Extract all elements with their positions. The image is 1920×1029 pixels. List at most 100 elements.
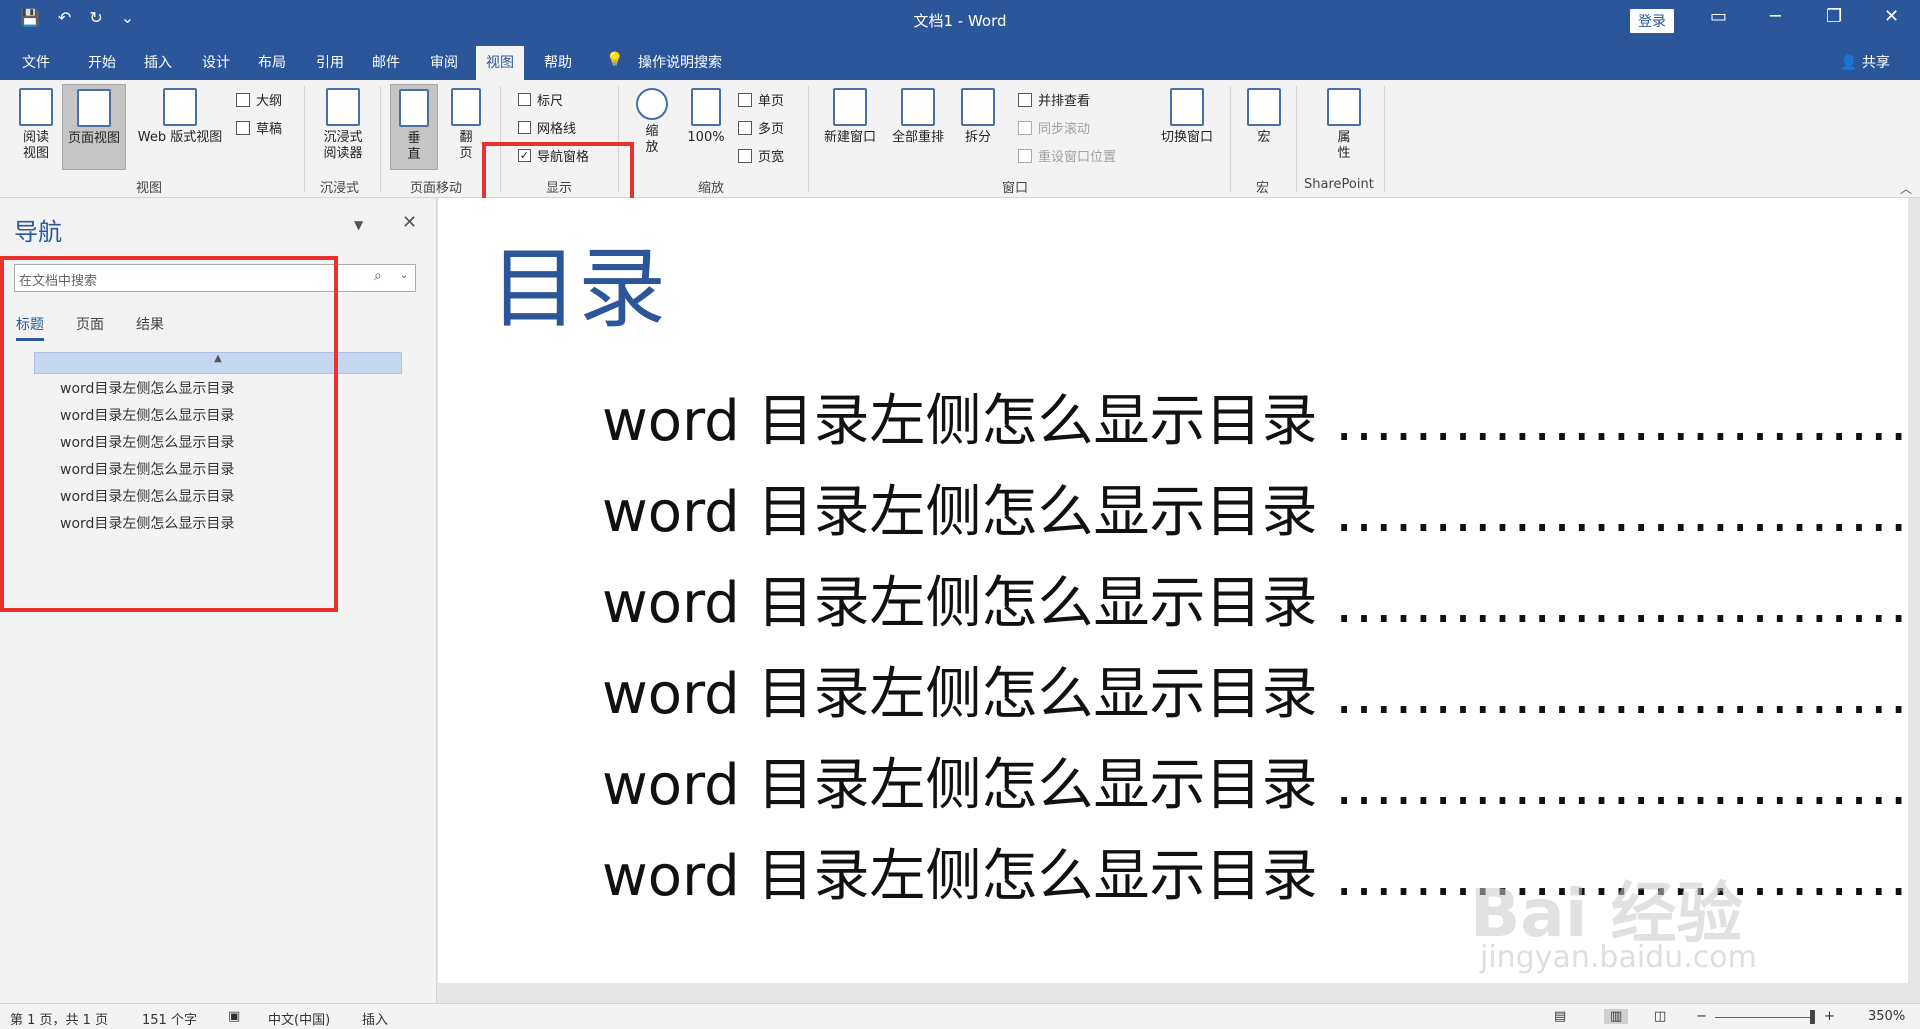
zoom-slider[interactable] — [1715, 1017, 1815, 1018]
tab-view[interactable]: 视图 — [476, 46, 524, 82]
page-width-button[interactable]: 页宽 — [738, 146, 784, 165]
zoom-button[interactable]: 缩 放 — [630, 88, 674, 156]
toc-title: 目录 — [490, 237, 667, 340]
separator — [380, 86, 381, 192]
side-to-side-icon — [451, 88, 481, 126]
view-side-by-side-button[interactable]: 并排查看 — [1018, 90, 1090, 109]
page-count[interactable]: 第 1 页，共 1 页 — [10, 1009, 108, 1028]
search-icon[interactable]: ⌕ — [374, 268, 382, 284]
toc-entry[interactable]: word 目录左侧怎么显示目录 ........................… — [602, 376, 1908, 457]
ruler-label: 标尺 — [537, 94, 564, 109]
draft-icon — [236, 120, 250, 135]
side-to-side-label: 翻 页 — [459, 130, 473, 161]
print-layout-icon — [77, 89, 111, 127]
properties-button[interactable]: 属 性 — [1322, 88, 1366, 162]
new-window-label: 新建窗口 — [823, 130, 876, 145]
print-layout-view-icon[interactable]: ▥ — [1604, 1009, 1629, 1024]
tab-help[interactable]: 帮助 — [544, 52, 572, 72]
close-icon[interactable]: ✕ — [1884, 6, 1899, 27]
multiple-pages-button[interactable]: 多页 — [738, 118, 784, 137]
lightbulb-icon[interactable]: 💡 — [606, 52, 623, 68]
macros-button[interactable]: 宏 — [1244, 88, 1284, 146]
title-bar: 💾 ↶ ↻ ⌄ 文档1 - Word 登录 ▭ ─ ❐ ✕ — [0, 0, 1920, 40]
nav-pane-title: 导航 — [14, 218, 62, 246]
zoom-100-button[interactable]: 100% — [682, 88, 730, 146]
tab-insert[interactable]: 插入 — [144, 52, 172, 72]
ribbon-tabs: 文件 开始 插入 设计 布局 引用 邮件 审阅 视图 帮助 💡 操作说明搜索 👤… — [0, 40, 1920, 82]
toc-entry[interactable]: word 目录左侧怎么显示目录 ........................… — [602, 558, 1908, 639]
zoom-in-icon[interactable]: + — [1824, 1009, 1835, 1024]
split-label: 拆分 — [964, 130, 991, 145]
toc-entry[interactable]: word 目录左侧怎么显示目录 ........................… — [602, 467, 1908, 548]
web-layout-icon — [163, 88, 197, 126]
tab-review[interactable]: 审阅 — [430, 52, 458, 72]
page-movement-group-label: 页面移动 — [410, 181, 463, 196]
nav-options-icon[interactable]: ▼ — [354, 218, 363, 232]
properties-label: 属 性 — [1337, 130, 1351, 161]
web-layout-view-icon[interactable]: ◫ — [1654, 1009, 1666, 1024]
web-layout-button[interactable]: Web 版式视图 — [128, 88, 232, 146]
new-window-button[interactable]: 新建窗口 — [818, 88, 882, 146]
page-width-icon — [738, 148, 752, 163]
ruler-checkbox[interactable]: 标尺 — [518, 90, 563, 109]
chevron-down-icon[interactable]: ⌄ — [400, 270, 408, 281]
toc-entry-text: word 目录左侧怎么显示目录 — [602, 571, 1318, 636]
proofing-icon[interactable]: ▣ — [228, 1009, 240, 1024]
reset-position-label: 重设窗口位置 — [1038, 150, 1117, 165]
gridlines-checkbox[interactable]: 网格线 — [518, 118, 576, 137]
tab-layout[interactable]: 布局 — [258, 52, 286, 72]
outline-button[interactable]: 大纲 — [236, 90, 282, 109]
separator — [1230, 86, 1231, 192]
word-count[interactable]: 151 个字 — [142, 1009, 197, 1028]
views-group-label: 视图 — [136, 181, 163, 196]
vertical-button[interactable]: 垂 直 — [390, 84, 438, 170]
immersive-reader-button[interactable]: 沉浸式 阅读器 — [316, 88, 370, 162]
tab-references[interactable]: 引用 — [316, 52, 344, 72]
separator — [1296, 86, 1297, 192]
gridlines-checkbox-box[interactable] — [518, 121, 531, 134]
tab-file[interactable]: 文件 — [22, 52, 50, 72]
arrange-all-button[interactable]: 全部重排 — [886, 88, 950, 146]
zoom-out-icon[interactable]: − — [1696, 1009, 1707, 1024]
arrange-all-icon — [901, 88, 935, 126]
ruler-checkbox-box[interactable] — [518, 93, 531, 106]
status-bar: 第 1 页，共 1 页 151 个字 ▣ 中文(中国) 插入 ▤ ▥ ◫ − +… — [0, 1003, 1920, 1029]
toc-entry[interactable]: word 目录左侧怎么显示目录 ........................… — [602, 740, 1908, 821]
login-button[interactable]: 登录 — [1630, 9, 1674, 33]
language-status[interactable]: 中文(中国) — [268, 1009, 330, 1028]
split-icon — [961, 88, 995, 126]
web-layout-label: Web 版式视图 — [137, 130, 223, 145]
tab-mailings[interactable]: 邮件 — [372, 52, 400, 72]
switch-windows-button[interactable]: 切换窗口 — [1154, 88, 1220, 146]
read-mode-button[interactable]: 阅读 视图 — [14, 88, 58, 162]
macros-label: 宏 — [1257, 130, 1271, 145]
zoom-slider-thumb[interactable] — [1810, 1010, 1815, 1024]
toc-entry-text: word 目录左侧怎么显示目录 — [602, 844, 1318, 909]
print-layout-button[interactable]: 页面视图 — [62, 84, 126, 170]
outline-label: 大纲 — [256, 94, 283, 109]
insert-mode-status[interactable]: 插入 — [362, 1009, 388, 1028]
sync-scroll-button[interactable]: 同步滚动 — [1018, 118, 1090, 137]
minimize-icon[interactable]: ─ — [1770, 6, 1781, 27]
collapse-ribbon-icon[interactable]: ︿ — [1900, 180, 1912, 197]
share-button[interactable]: 👤 共享 — [1840, 52, 1890, 72]
separator — [808, 86, 809, 192]
tab-design[interactable]: 设计 — [202, 52, 230, 72]
highlight-box — [482, 142, 634, 204]
tell-me-search[interactable]: 操作说明搜索 — [638, 52, 722, 72]
reset-window-position-button[interactable]: 重设窗口位置 — [1018, 146, 1116, 165]
toc-entry[interactable]: word 目录左侧怎么显示目录 ........................… — [602, 649, 1908, 730]
toc-leader-dots: ........................................… — [1335, 480, 1908, 545]
vertical-label: 垂 直 — [407, 131, 421, 162]
print-layout-label: 页面视图 — [67, 131, 120, 146]
split-button[interactable]: 拆分 — [958, 88, 998, 146]
zoom-level[interactable]: 350% — [1868, 1009, 1905, 1024]
restore-icon[interactable]: ❐ — [1826, 6, 1842, 27]
read-mode-view-icon[interactable]: ▤ — [1554, 1009, 1566, 1024]
ribbon-display-icon[interactable]: ▭ — [1710, 6, 1727, 27]
one-page-button[interactable]: 单页 — [738, 90, 784, 109]
close-nav-icon[interactable]: ✕ — [402, 212, 417, 233]
tab-home[interactable]: 开始 — [88, 52, 116, 72]
draft-button[interactable]: 草稿 — [236, 118, 282, 137]
toc-entry-text: word 目录左侧怎么显示目录 — [602, 662, 1318, 727]
